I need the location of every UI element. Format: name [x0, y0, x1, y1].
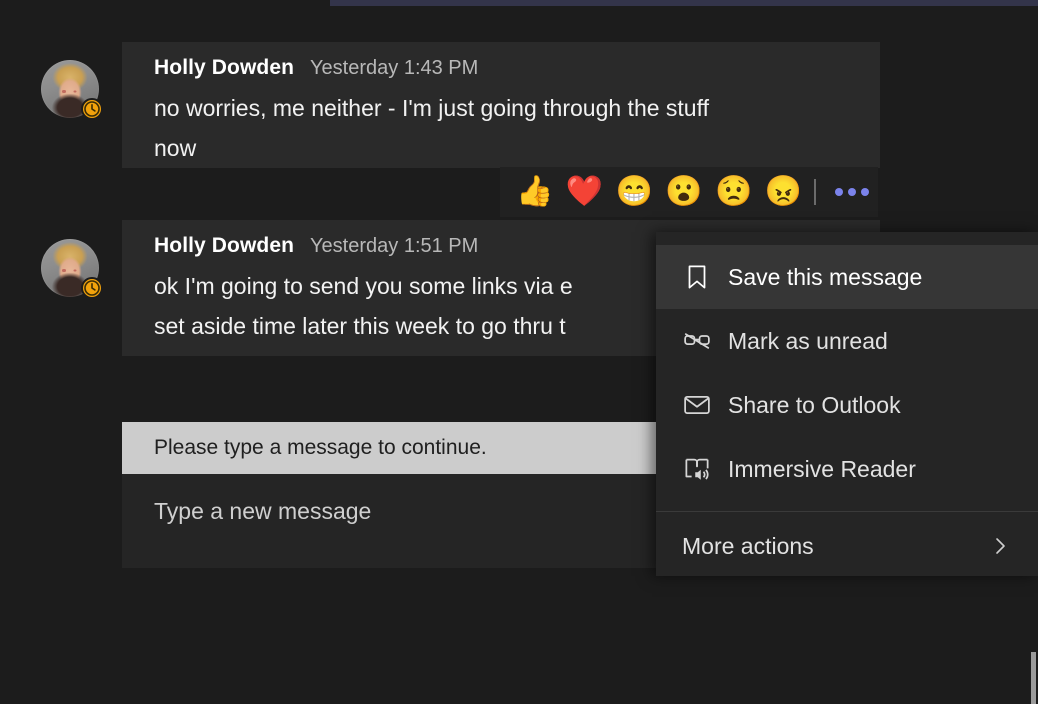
message-timestamp: Yesterday 1:43 PM: [310, 57, 479, 79]
menu-item-label: More actions: [682, 532, 814, 559]
top-accent-strip: [330, 0, 1038, 6]
compose-validation-text: Please type a message to continue.: [154, 436, 487, 459]
heart-reaction-icon[interactable]: ❤️: [560, 167, 610, 217]
clock-icon: [84, 280, 100, 296]
menu-item-label: Save this message: [728, 263, 923, 290]
menu-item-share-to-outlook[interactable]: Share to Outlook: [656, 373, 1038, 437]
reaction-bar[interactable]: 👍 ❤️ 😁 😮 😟 😠: [500, 167, 878, 217]
thumbs-up-reaction-icon[interactable]: 👍: [510, 167, 560, 217]
menu-item-label: Share to Outlook: [728, 391, 901, 418]
avatar[interactable]: [41, 60, 103, 120]
context-menu-scrollbar-track[interactable]: [1031, 232, 1038, 704]
surprised-reaction-icon[interactable]: 😮: [659, 167, 709, 217]
message-bubble[interactable]: Holly Dowden Yesterday 1:43 PM no worries…: [122, 42, 880, 168]
menu-item-mark-as-unread[interactable]: Mark as unread: [656, 309, 1038, 373]
immersive-reader-icon: [682, 454, 728, 484]
message-timestamp: Yesterday 1:51 PM: [310, 235, 479, 257]
context-menu-scrollbar-thumb[interactable]: [1031, 652, 1036, 704]
status-badge-away: [81, 277, 103, 299]
bookmark-icon: [682, 262, 728, 292]
glasses-slash-icon: [682, 326, 728, 356]
laugh-reaction-icon[interactable]: 😁: [609, 167, 659, 217]
sad-reaction-icon[interactable]: 😟: [709, 167, 759, 217]
chevron-right-icon: [988, 534, 1012, 558]
avatar[interactable]: [41, 239, 103, 299]
more-dot: [848, 188, 857, 196]
menu-item-label: Immersive Reader: [728, 455, 916, 482]
message-meta: Holly Dowden Yesterday 1:43 PM: [154, 56, 880, 80]
message-sender: Holly Dowden: [154, 234, 295, 257]
menu-item-label: Mark as unread: [728, 327, 888, 354]
compose-box[interactable]: Type a new message: [122, 474, 656, 568]
compose-validation-banner: Please type a message to continue.: [122, 422, 656, 474]
message-context-menu[interactable]: Save this message Mark as unread Share t…: [656, 232, 1038, 576]
message-body: no worries, me neither - I'm just going …: [154, 95, 709, 161]
message-input-placeholder[interactable]: Type a new message: [154, 498, 371, 524]
clock-icon: [84, 101, 100, 117]
more-dot: [861, 188, 870, 196]
menu-item-save-this-message[interactable]: Save this message: [656, 245, 1038, 309]
reaction-divider: [814, 179, 817, 205]
menu-item-more-actions[interactable]: More actions: [656, 512, 1038, 580]
angry-reaction-icon[interactable]: 😠: [759, 167, 809, 217]
more-dot: [835, 188, 844, 196]
menu-item-immersive-reader[interactable]: Immersive Reader: [656, 437, 1038, 501]
message-sender: Holly Dowden: [154, 56, 295, 79]
envelope-icon: [682, 390, 728, 420]
more-options-icon[interactable]: [826, 167, 878, 217]
status-badge-away: [81, 98, 103, 120]
